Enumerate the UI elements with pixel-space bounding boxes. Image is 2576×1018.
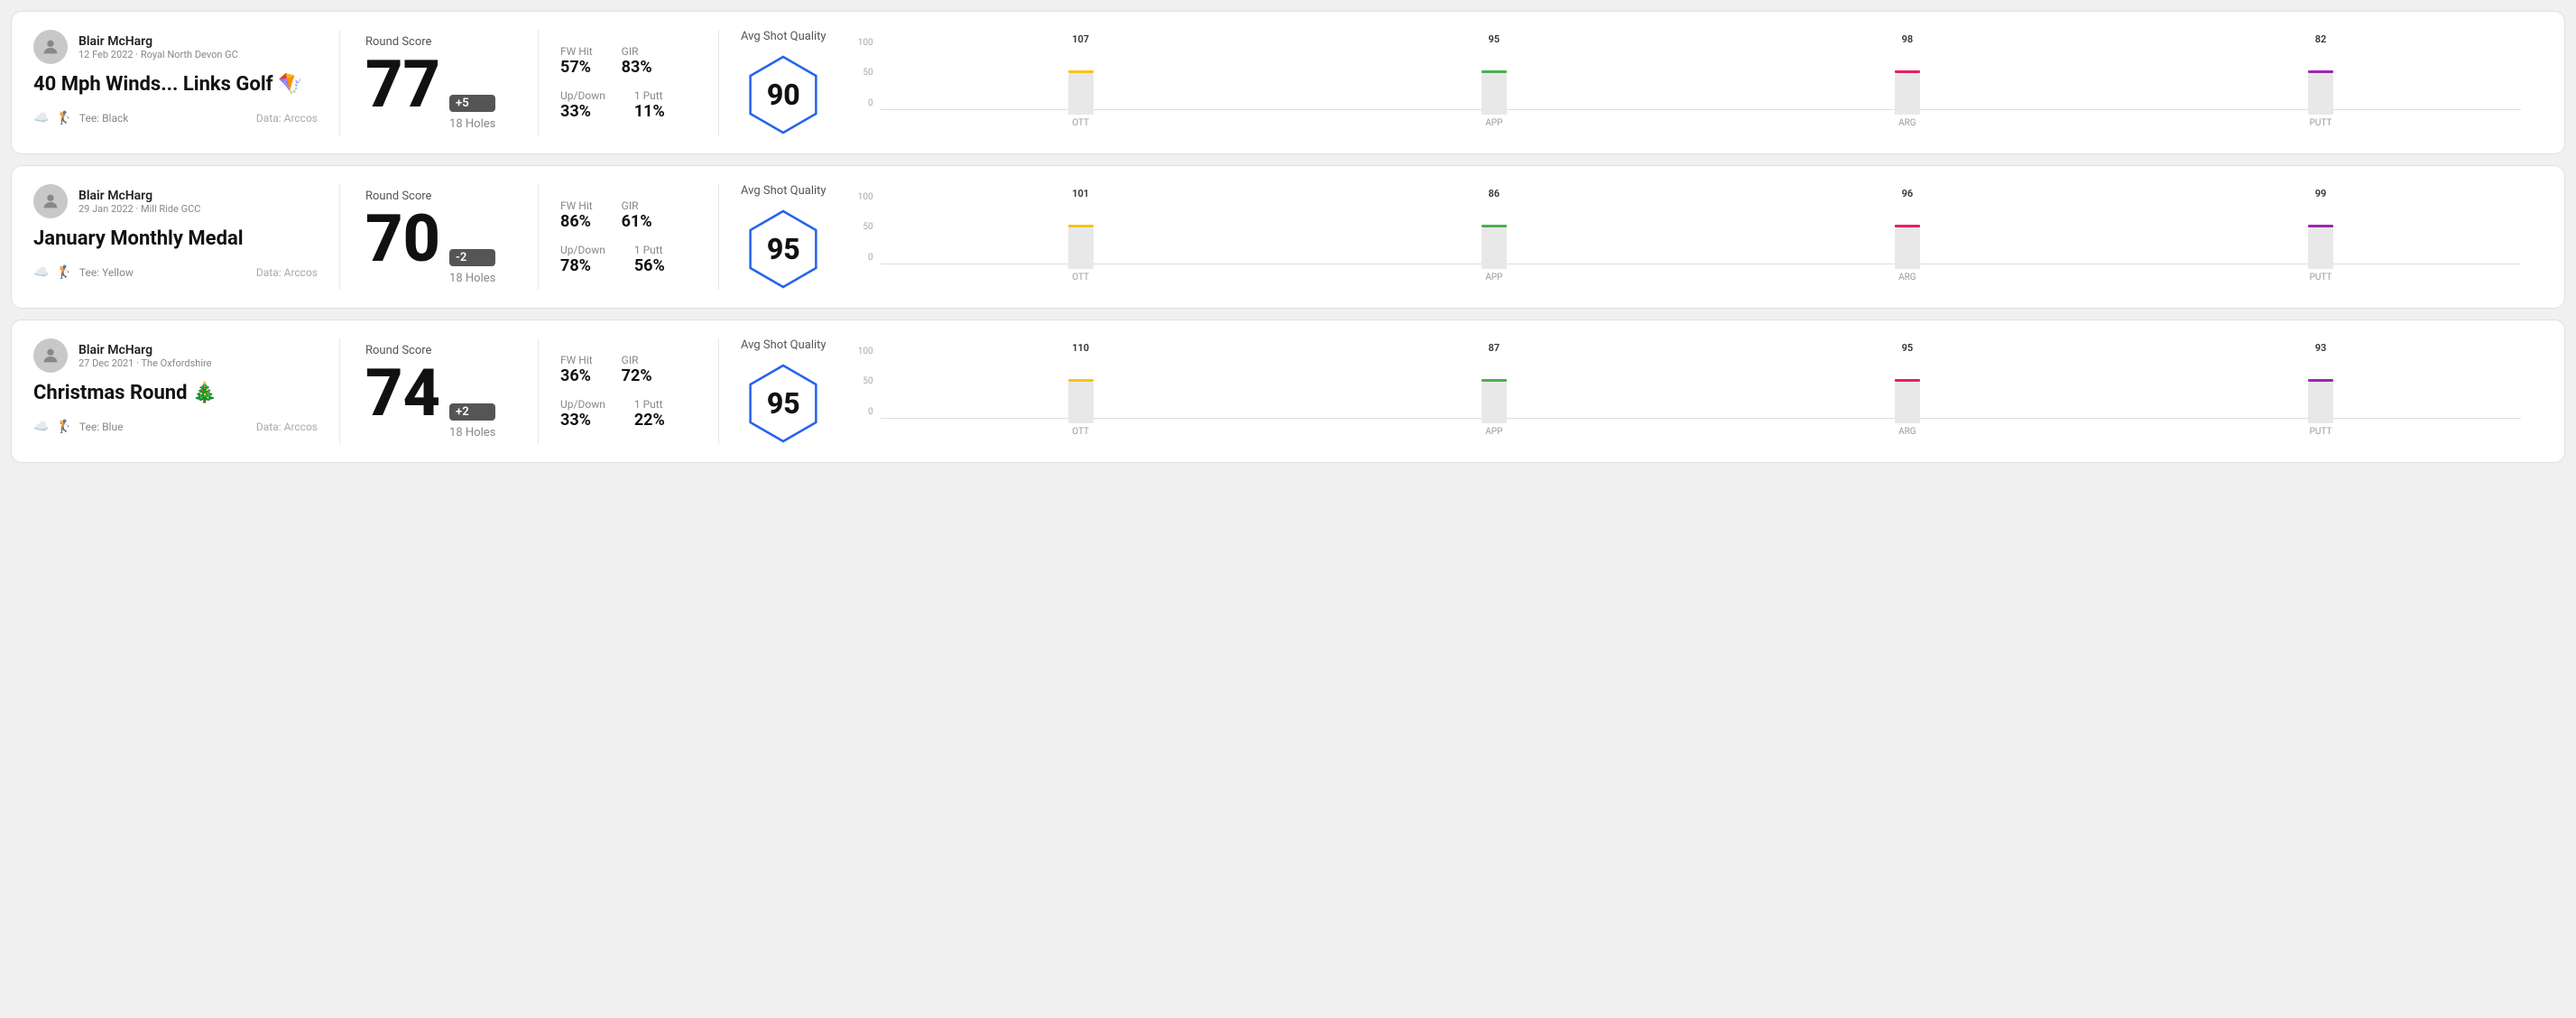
tee-info: ☁️ 🏌️ Tee: Blue	[33, 420, 123, 434]
score-main: 70 -2 18 Holes	[365, 207, 512, 285]
score-section: Round Score77+518 Holes	[340, 30, 539, 135]
stats-section: FW Hit57% GIR83% Up/Down33% 1 Putt11%	[539, 30, 719, 135]
avatar	[33, 30, 68, 64]
quality-label: Avg Shot Quality	[741, 338, 826, 352]
weather-icon: ☁️	[33, 111, 49, 125]
stats-section: FW Hit36% GIR72% Up/Down33% 1 Putt22%	[539, 338, 719, 444]
bag-icon: 🏌️	[56, 265, 71, 280]
score-main: 77 +5 18 Holes	[365, 52, 512, 131]
score-badge: -2	[449, 249, 495, 266]
weather-icon: ☁️	[33, 265, 49, 280]
stat-stat1: FW Hit57%	[560, 45, 593, 77]
quality-left: Avg Shot Quality 95	[741, 184, 826, 290]
chart-wrapper: 100500101OTT86APP96ARG99PUTT	[848, 192, 2521, 282]
user-name: Blair McHarg	[78, 343, 211, 357]
tee-info: ☁️ 🏌️ Tee: Black	[33, 111, 128, 125]
quality-section: Avg Shot Quality 95 100500101OTT86APP96ARG…	[719, 184, 2543, 290]
score-section: Round Score74+218 Holes	[340, 338, 539, 444]
round-card-1: Blair McHarg12 Feb 2022 · Royal North De…	[11, 11, 2565, 154]
tee-label: Tee: Yellow	[79, 266, 134, 279]
user-meta: 27 Dec 2021 · The Oxfordshire	[78, 357, 211, 369]
bar-group-putt: 82PUTT	[2120, 33, 2521, 128]
bar-group-putt: 93PUTT	[2120, 342, 2521, 437]
score-holes: 18 Holes	[449, 117, 495, 131]
bar-group-arg: 96ARG	[1707, 188, 2108, 282]
card-footer: ☁️ 🏌️ Tee: Black Data: Arccos	[33, 111, 318, 125]
score-main: 74 +2 18 Holes	[365, 361, 512, 440]
user-meta: 12 Feb 2022 · Royal North Devon GC	[78, 49, 238, 60]
round-title: Christmas Round 🎄	[33, 382, 318, 405]
quality-label: Avg Shot Quality	[741, 30, 826, 43]
stat-stat2: 1 Putt11%	[634, 89, 665, 121]
user-row: Blair McHarg12 Feb 2022 · Royal North De…	[33, 30, 318, 64]
quality-label: Avg Shot Quality	[741, 184, 826, 198]
score-number: 74	[365, 361, 440, 426]
round-title: January Monthly Medal	[33, 227, 318, 251]
score-number: 77	[365, 52, 440, 117]
stat-stat1: Up/Down78%	[560, 244, 605, 275]
tee-info: ☁️ 🏌️ Tee: Yellow	[33, 265, 134, 280]
bag-icon: 🏌️	[56, 420, 71, 434]
score-badge: +2	[449, 403, 495, 421]
stat-stat2: GIR61%	[622, 199, 652, 231]
round-card-3: Blair McHarg27 Dec 2021 · The Oxfordshir…	[11, 319, 2565, 463]
score-holes: 18 Holes	[449, 272, 495, 285]
bar-group-app: 86APP	[1294, 188, 1694, 282]
card-left: Blair McHarg27 Dec 2021 · The Oxfordshir…	[33, 338, 340, 444]
chart-wrapper: 100500107OTT95APP98ARG82PUTT	[848, 38, 2521, 128]
stats-section: FW Hit86% GIR61% Up/Down78% 1 Putt56%	[539, 184, 719, 290]
stat-stat1: Up/Down33%	[560, 89, 605, 121]
bar-group-arg: 98ARG	[1707, 33, 2108, 128]
bar-group-ott: 101OTT	[881, 188, 1281, 282]
card-footer: ☁️ 🏌️ Tee: Yellow Data: Arccos	[33, 265, 318, 280]
avatar	[33, 184, 68, 218]
stat-stat2: GIR72%	[622, 354, 652, 385]
bar-group-putt: 99PUTT	[2120, 188, 2521, 282]
stat-stat2: 1 Putt22%	[634, 398, 665, 430]
card-left: Blair McHarg12 Feb 2022 · Royal North De…	[33, 30, 340, 135]
bar-group-ott: 110OTT	[881, 342, 1281, 437]
quality-left: Avg Shot Quality 95	[741, 338, 826, 444]
bar-group-ott: 107OTT	[881, 33, 1281, 128]
stat-stat2: 1 Putt56%	[634, 244, 665, 275]
user-row: Blair McHarg27 Dec 2021 · The Oxfordshir…	[33, 338, 318, 373]
score-section: Round Score70-218 Holes	[340, 184, 539, 290]
round-card-2: Blair McHarg29 Jan 2022 · Mill Ride GCC J…	[11, 165, 2565, 309]
data-source: Data: Arccos	[256, 421, 318, 433]
user-name: Blair McHarg	[78, 189, 200, 203]
hex-container: 95	[743, 363, 824, 444]
quality-section: Avg Shot Quality 95 100500110OTT87APP95ARG…	[719, 338, 2543, 444]
hex-score: 95	[767, 232, 800, 266]
hex-container: 90	[743, 54, 824, 135]
quality-left: Avg Shot Quality 90	[741, 30, 826, 135]
score-holes: 18 Holes	[449, 426, 495, 440]
bar-group-arg: 95ARG	[1707, 342, 2108, 437]
bar-group-app: 87APP	[1294, 342, 1694, 437]
stat-stat2: GIR83%	[622, 45, 652, 77]
user-meta: 29 Jan 2022 · Mill Ride GCC	[78, 203, 200, 215]
stat-stat1: FW Hit36%	[560, 354, 593, 385]
quality-section: Avg Shot Quality 90 100500107OTT95APP98ARG…	[719, 30, 2543, 135]
stat-stat1: FW Hit86%	[560, 199, 593, 231]
avatar	[33, 338, 68, 373]
bar-group-app: 95APP	[1294, 33, 1694, 128]
card-footer: ☁️ 🏌️ Tee: Blue Data: Arccos	[33, 420, 318, 434]
hex-score: 90	[767, 78, 800, 112]
tee-label: Tee: Black	[79, 112, 128, 125]
score-number: 70	[365, 207, 440, 272]
hex-score: 95	[767, 386, 800, 421]
tee-label: Tee: Blue	[79, 421, 124, 433]
data-source: Data: Arccos	[256, 266, 318, 279]
chart-wrapper: 100500110OTT87APP95ARG93PUTT	[848, 347, 2521, 437]
user-row: Blair McHarg29 Jan 2022 · Mill Ride GCC	[33, 184, 318, 218]
card-left: Blair McHarg29 Jan 2022 · Mill Ride GCC J…	[33, 184, 340, 290]
score-badge: +5	[449, 95, 495, 112]
stat-stat1: Up/Down33%	[560, 398, 605, 430]
hex-container: 95	[743, 208, 824, 290]
data-source: Data: Arccos	[256, 112, 318, 125]
bag-icon: 🏌️	[56, 111, 71, 125]
weather-icon: ☁️	[33, 420, 49, 434]
user-name: Blair McHarg	[78, 34, 238, 49]
round-title: 40 Mph Winds... Links Golf 🪁	[33, 73, 318, 97]
